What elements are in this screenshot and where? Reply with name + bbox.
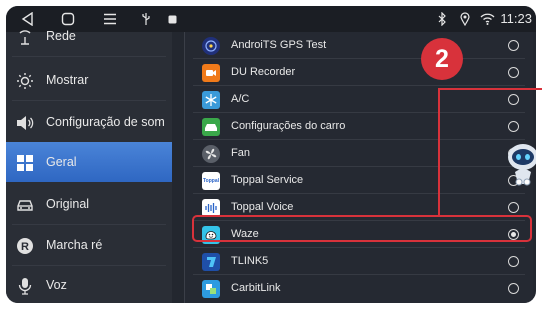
sidebar-item-label: Marcha ré (46, 238, 103, 252)
carbitlink-icon (202, 280, 220, 298)
list-item[interactable]: DU Recorder (185, 59, 533, 86)
gps-test-icon (202, 37, 220, 55)
list-item[interactable]: CarbitLink (185, 275, 533, 302)
fan-icon (202, 145, 220, 163)
car-icon (16, 196, 34, 214)
reverse-icon: R (16, 237, 34, 255)
list-item[interactable]: AndroiTS GPS Test (185, 32, 533, 59)
screenshot-frame: 11:23 Rede Mostrar Configuração de som G… (0, 0, 542, 309)
sidebar-item-mostrar[interactable]: Mostrar (6, 60, 172, 100)
clock: 11:23 (500, 11, 532, 26)
brightness-icon (16, 72, 34, 90)
sidebar-item-label: Voz (46, 278, 67, 292)
radio-button[interactable] (508, 67, 519, 78)
assistant-robot-icon[interactable] (506, 140, 536, 188)
step-number-badge: 2 (421, 38, 463, 80)
list-item[interactable]: A/C (185, 86, 533, 113)
car-settings-icon (202, 118, 220, 136)
ac-icon (202, 91, 220, 109)
bluetooth-icon (436, 11, 448, 27)
list-item[interactable]: Toppal Toppal Service (185, 167, 533, 194)
sidebar-item-label: Rede (46, 29, 76, 43)
toppal-service-icon: Toppal (202, 172, 220, 190)
speaker-icon (16, 114, 34, 132)
app-list: AndroiTS GPS Test DU Recorder A/C Config… (184, 32, 533, 303)
radio-button[interactable] (508, 283, 519, 294)
microphone-icon (16, 277, 34, 295)
list-item[interactable]: TLINK5 (185, 248, 533, 275)
sidebar-item-rede[interactable]: Rede (6, 16, 172, 56)
wifi-icon (479, 11, 495, 27)
tlink-icon (202, 253, 220, 271)
divider (12, 100, 166, 101)
settings-sidebar: Rede Mostrar Configuração de som Geral O… (6, 29, 172, 303)
sidebar-item-label: Configuração de som (46, 115, 165, 129)
sidebar-item-original[interactable]: Original (6, 184, 172, 224)
sidebar-item-label: Mostrar (46, 73, 89, 87)
radio-button[interactable] (508, 121, 519, 132)
radio-button[interactable] (508, 40, 519, 51)
network-icon (16, 28, 34, 46)
highlight-box (192, 215, 532, 242)
radio-button[interactable] (508, 94, 519, 105)
callout-line (438, 90, 440, 215)
du-recorder-icon (202, 64, 220, 82)
location-icon (459, 11, 471, 27)
radio-button[interactable] (508, 256, 519, 267)
svg-text:R: R (21, 241, 29, 253)
sidebar-item-marcha-re[interactable]: R Marcha ré (6, 225, 172, 265)
divider (12, 56, 166, 57)
list-item[interactable]: Configurações do carro (185, 113, 533, 140)
sidebar-item-label: Geral (46, 155, 77, 169)
radio-button[interactable] (508, 202, 519, 213)
callout-line (438, 88, 542, 90)
list-item[interactable]: Fan (185, 140, 533, 167)
sidebar-item-voz[interactable]: Voz (6, 265, 172, 303)
sidebar-item-geral[interactable]: Geral (6, 142, 172, 182)
grid-icon (16, 154, 34, 172)
sidebar-item-label: Original (46, 197, 90, 211)
sidebar-item-configuracao-de-som[interactable]: Configuração de som (6, 102, 172, 142)
